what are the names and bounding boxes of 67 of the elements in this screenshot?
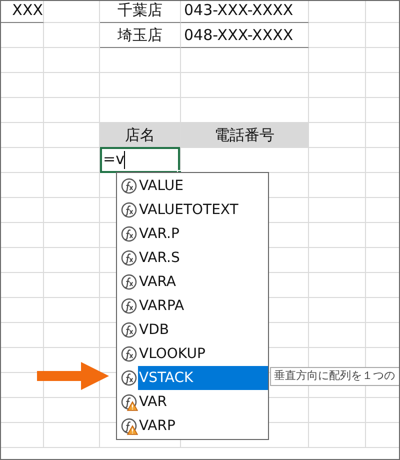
function-icon [121,250,138,266]
table-cell [1,398,44,423]
table-cell [44,423,100,448]
table-cell [1,73,44,98]
table-cell [309,48,366,73]
table-cell [1,323,44,348]
function-icon [121,202,138,218]
function-warning-icon [121,418,138,434]
function-icon [121,322,138,338]
table-cell [44,1,100,23]
table-cell [309,248,366,273]
autocomplete-item[interactable]: VARP [117,414,268,438]
table-cell [1,23,44,48]
autocomplete-item[interactable]: VALUETOTEXT [117,198,268,222]
table-cell: XXX [1,1,44,23]
table-cell [1,248,44,273]
table-cell [309,398,366,423]
function-icon [121,178,138,194]
table-cell: 千葉店 [100,1,181,23]
table-cell [1,148,44,173]
table-cell [309,148,366,173]
table-cell [309,73,366,98]
table-cell: 埼玉店 [100,23,181,48]
autocomplete-item[interactable]: VAR.P [117,222,268,246]
autocomplete-item[interactable]: VAR.S [117,246,268,270]
table-cell [1,48,44,73]
tooltip: 垂直方向に配列を１つの [270,367,399,386]
table-cell [44,73,100,98]
table-cell [1,198,44,223]
table-cell [309,273,366,298]
table-cell [309,98,366,123]
function-icon [121,346,138,362]
table-cell [44,98,100,123]
function-icon [121,274,138,290]
autocomplete-item[interactable]: VDB [117,318,268,342]
autocomplete-item[interactable]: VARA [117,270,268,294]
header-cell: 電話番号 [181,123,309,148]
header-cell: 店名 [100,123,181,148]
function-warning-icon [121,394,138,410]
table-cell [309,198,366,223]
arrow-drawing [37,362,109,390]
function-icon [121,370,138,386]
table-cell [1,173,44,198]
function-icon [121,298,138,314]
autocomplete-item[interactable]: VAR [117,390,268,414]
table-cell [309,1,366,23]
function-icon [121,226,138,242]
table-cell [1,273,44,298]
autocomplete-item[interactable]: VARPA [117,294,268,318]
table-cell [1,298,44,323]
table-cell [309,23,366,48]
table-cell [1,223,44,248]
table-cell [309,423,366,448]
table-cell: 043-XXX-XXXX [181,1,309,23]
table-cell [309,298,366,323]
autocomplete-item[interactable]: VALUE [117,174,268,198]
table-cell [1,123,44,148]
table-cell: 048-XXX-XXXX [181,23,309,48]
autocomplete-item[interactable]: VLOOKUP [117,342,268,366]
table-cell [44,23,100,48]
table-cell [309,173,366,198]
table-cell [1,423,44,448]
table-cell [1,98,44,123]
table-cell [309,123,366,148]
active-cell[interactable]: =v [100,146,180,172]
table-cell [309,223,366,248]
table-cell [44,48,100,73]
